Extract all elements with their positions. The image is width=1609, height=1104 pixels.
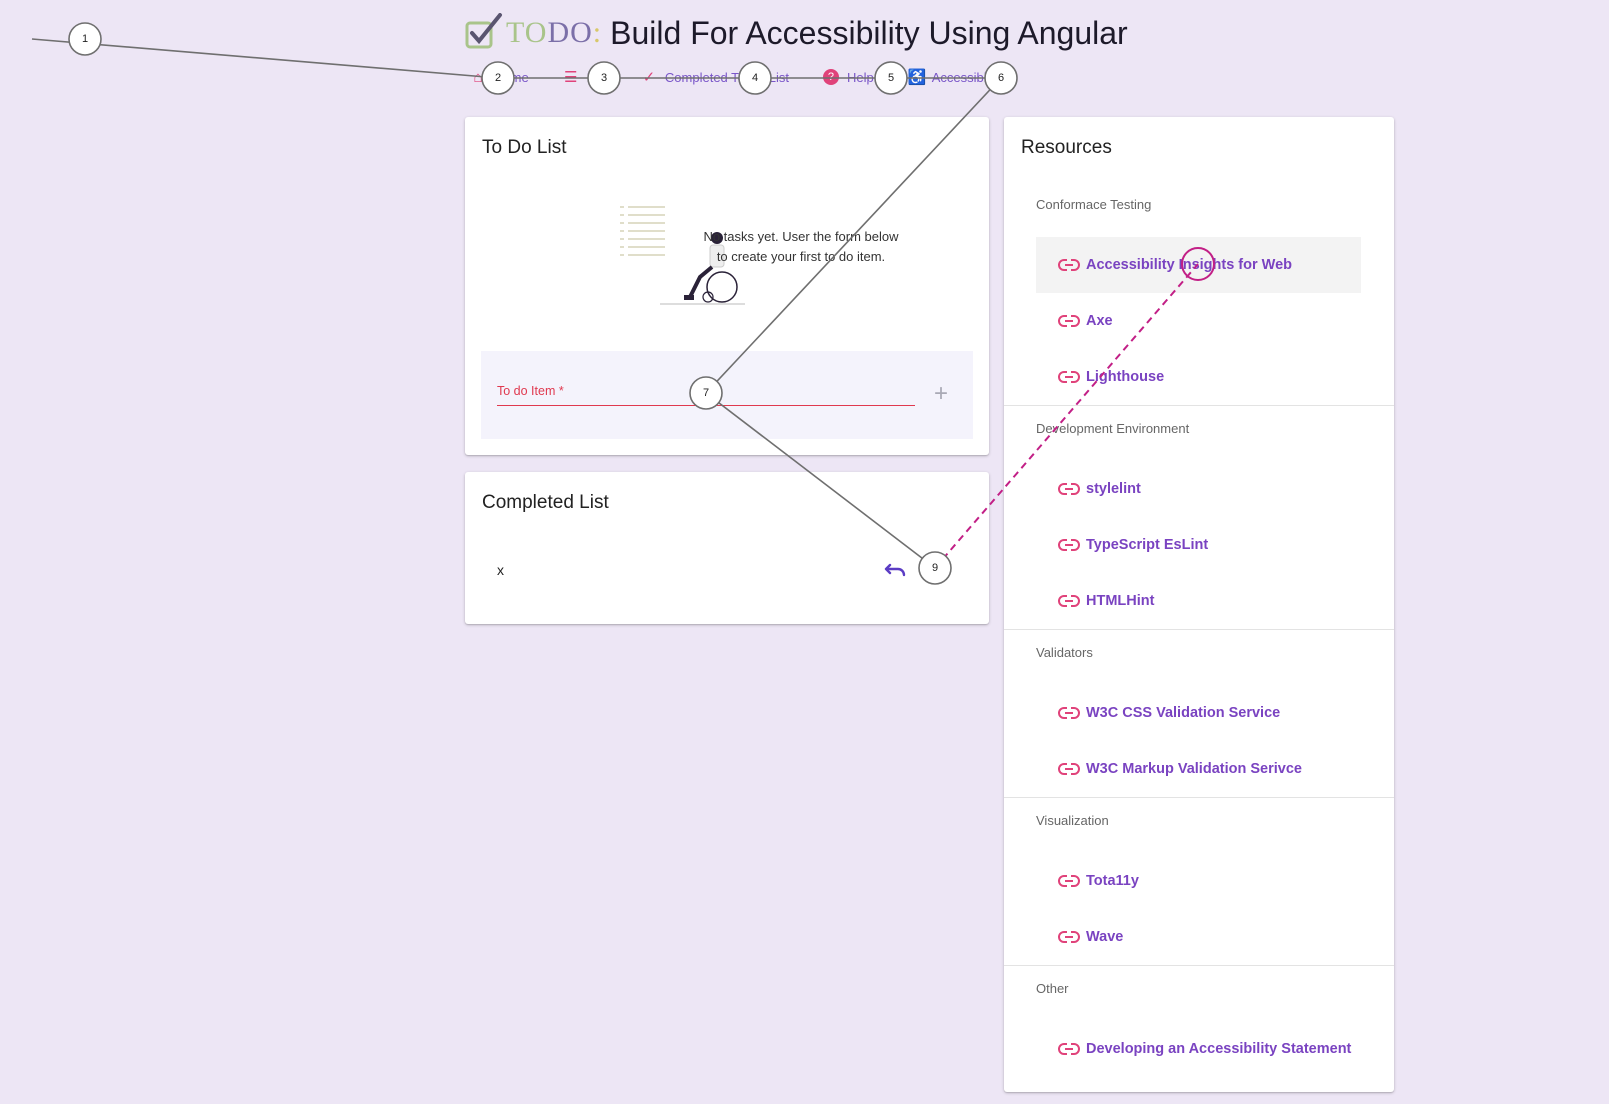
completed-list-card: Completed List x bbox=[465, 472, 989, 624]
link-htmlhint[interactable]: HTMLHint bbox=[1036, 573, 1361, 629]
home-icon: ⌂ bbox=[473, 68, 483, 86]
link-label: W3C Markup Validation Serivce bbox=[1086, 761, 1302, 777]
link-icon bbox=[1058, 483, 1080, 495]
accessibility-icon: ♿ bbox=[907, 69, 927, 86]
link-icon bbox=[1058, 539, 1080, 551]
marker-1: 1 bbox=[68, 22, 102, 56]
section-divider bbox=[1004, 965, 1394, 966]
section-title-development: Development Environment bbox=[1036, 421, 1190, 436]
list-icon: ☰ bbox=[563, 69, 578, 86]
undo-button[interactable] bbox=[883, 556, 909, 582]
link-label: Lighthouse bbox=[1086, 369, 1165, 385]
link-w3c-css-validation[interactable]: W3C CSS Validation Service bbox=[1036, 685, 1361, 741]
nav-home[interactable]: ⌂ Home bbox=[470, 68, 529, 86]
nav-completed-label: Completed To Do List bbox=[664, 69, 789, 85]
link-icon bbox=[1058, 259, 1080, 271]
todo-item-underline bbox=[497, 405, 915, 406]
nav-list-label: List bbox=[586, 69, 607, 85]
add-button[interactable]: + bbox=[929, 381, 953, 409]
link-lighthouse[interactable]: Lighthouse bbox=[1036, 349, 1361, 405]
link-icon bbox=[1058, 1043, 1080, 1055]
check-icon: ✓ bbox=[642, 69, 656, 86]
section-divider bbox=[1004, 405, 1394, 406]
section-title-visualization: Visualization bbox=[1036, 813, 1109, 828]
link-accessibility-insights[interactable]: Accessibility Insights for Web bbox=[1036, 237, 1361, 293]
link-tota11y[interactable]: Tota11y bbox=[1036, 853, 1361, 909]
link-label: Developing an Accessibility Statement bbox=[1086, 1041, 1352, 1057]
logo-do: DO bbox=[547, 16, 593, 49]
section-title-other: Other bbox=[1036, 981, 1069, 996]
order-path bbox=[31, 38, 499, 79]
link-icon bbox=[1058, 875, 1080, 887]
app-header: TO DO: Build For Accessibility Using Angu… bbox=[464, 10, 1128, 56]
page-title: Build For Accessibility Using Angular bbox=[610, 14, 1128, 51]
nav-completed[interactable]: ✓ Completed To Do List bbox=[641, 68, 789, 86]
resources-card: Resources Conformace Testing Accessibili… bbox=[1004, 117, 1394, 1092]
link-label: HTMLHint bbox=[1086, 593, 1155, 609]
todo-item-input[interactable] bbox=[497, 381, 915, 405]
link-label: Tota11y bbox=[1086, 873, 1139, 889]
logo-colon: : bbox=[592, 16, 603, 49]
link-w3c-markup-validation[interactable]: W3C Markup Validation Serivce bbox=[1036, 741, 1361, 797]
link-icon bbox=[1058, 931, 1080, 943]
nav-home-label: Home bbox=[494, 69, 529, 85]
checkbox-logo-icon bbox=[465, 13, 502, 49]
section-title-validators: Validators bbox=[1036, 645, 1093, 660]
add-todo-form: To do Item * + bbox=[481, 351, 973, 439]
marker-label: 1 bbox=[82, 33, 88, 45]
link-icon bbox=[1058, 371, 1080, 383]
logo-to: TO bbox=[506, 16, 548, 49]
link-label: Accessibility Insights for Web bbox=[1086, 257, 1293, 273]
section-title-conformance: Conformace Testing bbox=[1036, 197, 1152, 212]
link-icon bbox=[1058, 707, 1080, 719]
plus-icon: + bbox=[933, 380, 948, 407]
link-accessibility-statement[interactable]: Developing an Accessibility Statement bbox=[1036, 1021, 1361, 1077]
link-icon bbox=[1058, 595, 1080, 607]
todo-list-title: To Do List bbox=[482, 137, 567, 158]
section-divider bbox=[1004, 629, 1394, 630]
section-divider bbox=[1004, 797, 1394, 798]
link-label: TypeScript EsLint bbox=[1086, 537, 1209, 553]
link-label: Wave bbox=[1086, 929, 1124, 945]
main-nav: ⌂ Home ☰ List ✓ Completed To Do List ? H… bbox=[470, 62, 1037, 92]
link-axe[interactable]: Axe bbox=[1036, 293, 1361, 349]
link-typescript-eslint[interactable]: TypeScript EsLint bbox=[1036, 517, 1361, 573]
link-icon bbox=[1058, 315, 1080, 327]
nav-accessibility-label: Accessibility bbox=[931, 69, 1003, 85]
resources-title: Resources bbox=[1021, 137, 1112, 158]
undo-icon bbox=[884, 563, 906, 577]
link-label: Axe bbox=[1086, 313, 1113, 329]
link-icon bbox=[1058, 763, 1080, 775]
completed-list-title: Completed List bbox=[482, 492, 609, 513]
completed-list-item: x bbox=[497, 562, 504, 578]
nav-list[interactable]: ☰ List bbox=[563, 68, 607, 86]
link-label: stylelint bbox=[1086, 481, 1141, 497]
todo-list-card: To Do List No tasks yet. User the form b… bbox=[465, 117, 989, 455]
nav-help[interactable]: ? Help bbox=[822, 69, 874, 85]
nav-help-label: Help bbox=[846, 69, 874, 85]
nav-accessibility[interactable]: ♿ Accessibility bbox=[908, 68, 1003, 86]
link-wave[interactable]: Wave bbox=[1036, 909, 1361, 965]
app-logo: TO DO: bbox=[464, 13, 610, 53]
link-label: W3C CSS Validation Service bbox=[1086, 705, 1281, 721]
help-icon: ? bbox=[822, 69, 839, 85]
empty-state-text: No tasks yet. User the form below to cre… bbox=[703, 229, 899, 264]
link-stylelint[interactable]: stylelint bbox=[1036, 461, 1361, 517]
